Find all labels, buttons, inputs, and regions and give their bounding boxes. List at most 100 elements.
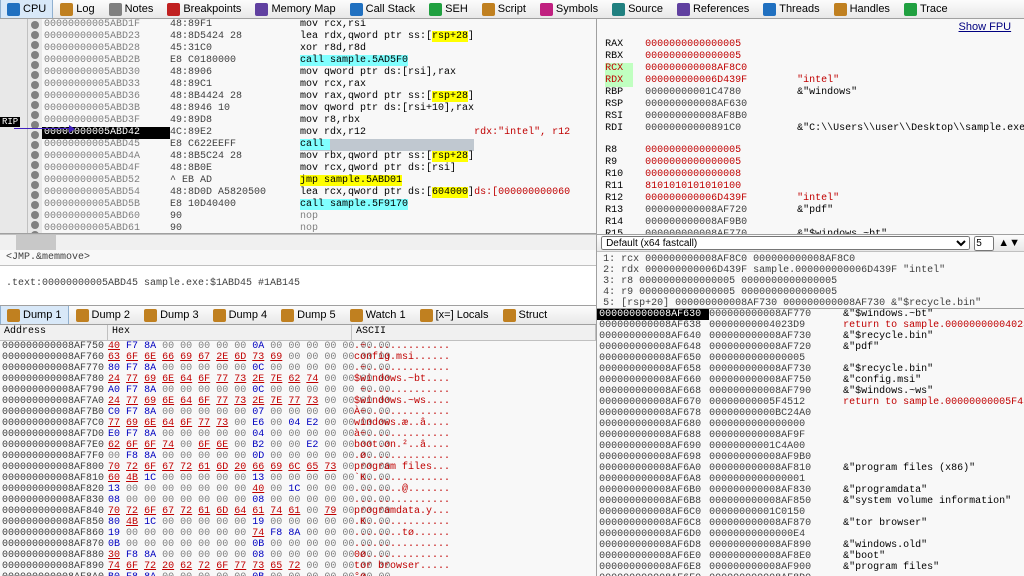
register-R8[interactable]: R80000000000000005 xyxy=(605,145,1024,157)
register-RCX[interactable]: RCX000000000008AF8C0 xyxy=(605,63,1024,75)
dump-row[interactable]: 000000000008AF75040 F7 8A 00 00 00 00 00… xyxy=(0,341,596,352)
stack-row[interactable]: 000000000008AF6800000000000000000 xyxy=(597,419,1024,430)
disasm-address[interactable]: 00000000005ABD33 xyxy=(42,79,170,91)
disasm-instruction[interactable]: mov qword ptr ds:[rsi+10],rax xyxy=(300,103,474,115)
stack-row[interactable]: 000000000008AF688000000000008AF9F xyxy=(597,430,1024,441)
dump-tab-4[interactable]: Dump 5 xyxy=(274,306,343,324)
disasm-instruction[interactable]: lea rcx,qword ptr ds:[604000] xyxy=(300,187,474,199)
dump-tab-2[interactable]: Dump 3 xyxy=(137,306,206,324)
register-RAX[interactable]: RAX0000000000000005 xyxy=(605,39,1024,51)
dump-row[interactable]: 000000000008AF80070 72 6F 67 72 61 6D 20… xyxy=(0,462,596,473)
register-R15[interactable]: R15000000000008AF770&"$windows.~bt" xyxy=(605,229,1024,234)
stack-row[interactable]: 000000000008AF6E8000000000008AF900&"prog… xyxy=(597,562,1024,573)
disasm-address[interactable]: 00000000005ABD30 xyxy=(42,67,170,79)
stack-row[interactable]: 000000000008AF658000000000008AF730&"$rec… xyxy=(597,364,1024,375)
disasm-address[interactable]: 00000000005ABD1F xyxy=(42,19,170,31)
disasm-instruction[interactable]: mov rcx,rax xyxy=(300,79,474,91)
dump-row[interactable]: 000000000008AF7C077 69 6E 64 6F 77 73 00… xyxy=(0,418,596,429)
stack-row[interactable]: 000000000008AF67800000000000BC24A0 xyxy=(597,408,1024,419)
dump-tab-0[interactable]: Dump 1 xyxy=(0,306,69,324)
dump-row[interactable]: 000000000008AF7F000 F8 8A 00 00 00 00 00… xyxy=(0,451,596,462)
disasm-address[interactable]: 00000000005ABD28 xyxy=(42,43,170,55)
dump-row[interactable]: 000000000008AF7A024 77 69 6E 64 6F 77 73… xyxy=(0,396,596,407)
register-RDX[interactable]: RDX000000000006D439F"intel" xyxy=(605,75,1024,87)
disasm-instruction[interactable]: lea rdx,qword ptr ss:[rsp+28] xyxy=(300,31,474,43)
dump-tab-3[interactable]: Dump 4 xyxy=(206,306,275,324)
disasm-address[interactable]: 00000000005ABD5B xyxy=(42,199,170,211)
disasm-instruction[interactable]: mov rdx,r12 xyxy=(300,127,474,139)
tab-trace[interactable]: Trace xyxy=(897,0,955,18)
dump-row[interactable]: 000000000008AF85080 4B 1C 00 00 00 00 00… xyxy=(0,517,596,528)
stack-row[interactable]: 000000000008AF6E0000000000008AF8E0&"boot… xyxy=(597,551,1024,562)
disasm-address[interactable]: 00000000005ABD52 xyxy=(42,175,170,187)
tab-handles[interactable]: Handles xyxy=(827,0,897,18)
disasm-instruction[interactable]: mov rcx,qword ptr ds:[rsi] xyxy=(300,163,474,175)
tab-notes[interactable]: Notes xyxy=(102,0,161,18)
disassembly-panel[interactable]: RIP 00000000005ABD1F00000000005ABD230000… xyxy=(0,19,596,234)
dump-row[interactable]: 000000000008AF7D0E0 F7 8A 00 00 00 00 00… xyxy=(0,429,596,440)
tab-symbols[interactable]: Symbols xyxy=(533,0,605,18)
disasm-address[interactable]: 00000000005ABD36 xyxy=(42,91,170,103)
disasm-instruction[interactable]: mov rax,qword ptr ss:[rsp+28] xyxy=(300,91,474,103)
stack-row[interactable]: 000000000008AF6C000000000001C0150 xyxy=(597,507,1024,518)
dump-row[interactable]: 000000000008AF89074 6F 72 20 62 72 6F 77… xyxy=(0,561,596,572)
memory-dump[interactable]: 000000000008AF75040 F7 8A 00 00 00 00 00… xyxy=(0,341,596,576)
stack-row[interactable]: 000000000008AF698000000000008AF9B0 xyxy=(597,452,1024,463)
dump-row[interactable]: 000000000008AF7B0C0 F7 8A 00 00 00 00 00… xyxy=(0,407,596,418)
dump-header-hex[interactable]: Hex xyxy=(108,325,352,340)
stack-row[interactable]: 000000000008AF6A0000000000008AF810&"prog… xyxy=(597,463,1024,474)
dump-row[interactable]: 000000000008AF82013 00 00 00 00 00 00 00… xyxy=(0,484,596,495)
dump-row[interactable]: 000000000008AF76063 6F 6E 66 69 67 2E 6D… xyxy=(0,352,596,363)
disasm-instruction[interactable]: mov rcx,rsi xyxy=(300,19,474,31)
dump-row[interactable]: 000000000008AF78024 77 69 6E 64 6F 77 73… xyxy=(0,374,596,385)
register-R14[interactable]: R14000000000008AF9B0 xyxy=(605,217,1024,229)
stack-row[interactable]: 000000000008AF630000000000008AF770&"$win… xyxy=(597,309,1024,320)
disasm-instruction[interactable]: mov r8,rbx xyxy=(300,115,474,127)
tab-log[interactable]: Log xyxy=(53,0,101,18)
stack-row[interactable]: 000000000008AF6500000000000000005 xyxy=(597,353,1024,364)
disasm-address[interactable]: 00000000005ABD60 xyxy=(42,211,170,223)
stack-row[interactable]: 000000000008AF660000000000008AF750&"conf… xyxy=(597,375,1024,386)
register-R13[interactable]: R13000000000008AF720&"pdf" xyxy=(605,205,1024,217)
dump-row[interactable]: 000000000008AF88030 F8 8A 00 00 00 00 00… xyxy=(0,550,596,561)
dump-row[interactable]: 000000000008AF77080 F7 8A 00 00 00 00 00… xyxy=(0,363,596,374)
tab-threads[interactable]: Threads xyxy=(756,0,826,18)
tab-breakpoints[interactable]: Breakpoints xyxy=(160,0,248,18)
disasm-instruction[interactable]: call sample.5F9170 xyxy=(300,199,474,211)
dump-tab-6[interactable]: [x=] Locals xyxy=(413,306,496,324)
disasm-instruction[interactable]: call xyxy=(300,139,474,151)
tab-script[interactable]: Script xyxy=(475,0,533,18)
disasm-address[interactable]: 00000000005ABD4F xyxy=(42,163,170,175)
stack-row[interactable]: 000000000008AF6B8000000000008AF850&"syst… xyxy=(597,496,1024,507)
disasm-address[interactable]: 00000000005ABD3B xyxy=(42,103,170,115)
stack-row[interactable]: 000000000008AF69000000000001C4A00 xyxy=(597,441,1024,452)
dump-header-ascii[interactable]: ASCII xyxy=(352,325,596,340)
disasm-instruction[interactable]: nop xyxy=(300,223,474,234)
dump-row[interactable]: 000000000008AF81060 4B 1C 00 00 00 00 00… xyxy=(0,473,596,484)
stack-row[interactable]: 000000000008AF6B0000000000008AF830&"prog… xyxy=(597,485,1024,496)
tab-cpu[interactable]: CPU xyxy=(0,0,53,18)
stack-row[interactable]: 000000000008AF67000000000005F4512return … xyxy=(597,397,1024,408)
dump-row[interactable]: 000000000008AF83008 00 00 00 00 00 00 00… xyxy=(0,495,596,506)
stack-row[interactable]: 000000000008AF668000000000008AF790&"$win… xyxy=(597,386,1024,397)
disasm-address[interactable]: 00000000005ABD4A xyxy=(42,151,170,163)
tab-memory-map[interactable]: Memory Map xyxy=(248,0,342,18)
stack-row[interactable]: 000000000008AF6A80000000000000001 xyxy=(597,474,1024,485)
calling-convention-select[interactable]: Default (x64 fastcall) xyxy=(601,236,970,250)
stack-panel[interactable]: 000000000008AF630000000000008AF770&"$win… xyxy=(597,308,1024,576)
tab-seh[interactable]: SEH xyxy=(422,0,475,18)
tab-source[interactable]: Source xyxy=(605,0,670,18)
dump-tab-7[interactable]: Struct xyxy=(496,306,555,324)
dump-row[interactable]: 000000000008AF86019 00 00 00 00 00 00 00… xyxy=(0,528,596,539)
dump-header-address[interactable]: Address xyxy=(0,325,108,340)
dump-row[interactable]: 000000000008AF790A0 F7 8A 00 00 00 00 00… xyxy=(0,385,596,396)
disasm-instruction[interactable]: jmp sample.5ABD01 xyxy=(300,175,474,187)
register-RSP[interactable]: RSP000000000008AF630 xyxy=(605,99,1024,111)
register-R11[interactable]: R118101010101010100 xyxy=(605,181,1024,193)
dump-row[interactable]: 000000000008AF84070 72 6F 67 72 61 6D 64… xyxy=(0,506,596,517)
dump-row[interactable]: 000000000008AF8A0B0 F8 8A 00 00 00 00 00… xyxy=(0,572,596,576)
register-R12[interactable]: R12000000000006D439F"intel" xyxy=(605,193,1024,205)
disasm-address[interactable]: 00000000005ABD45 xyxy=(42,139,170,151)
register-RBX[interactable]: RBX0000000000000005 xyxy=(605,51,1024,63)
dump-tab-5[interactable]: Watch 1 xyxy=(343,306,413,324)
